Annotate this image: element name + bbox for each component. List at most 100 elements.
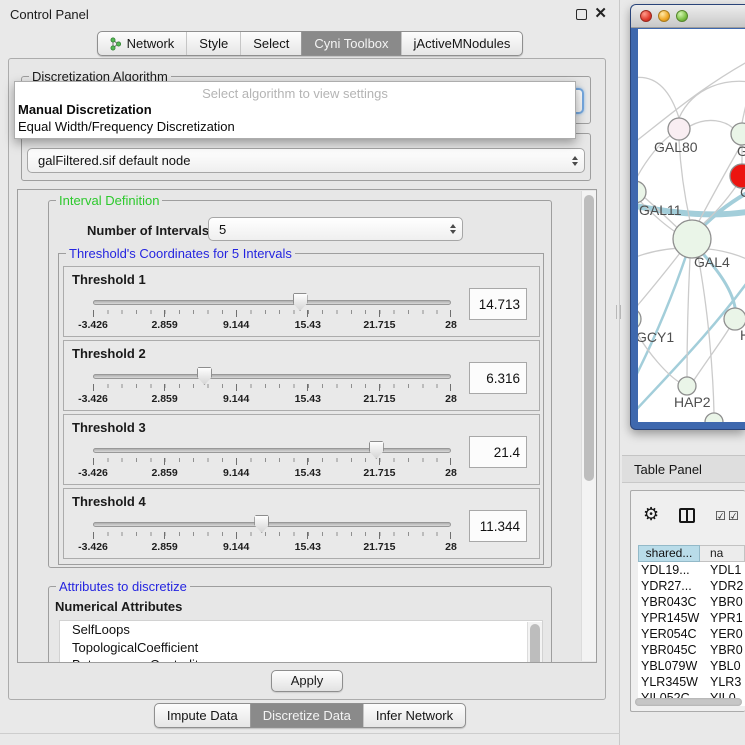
tab-label: Discretize Data	[263, 708, 351, 723]
panel-resize-handle[interactable]	[616, 305, 621, 319]
apply-button[interactable]: Apply	[271, 670, 343, 692]
split-columns-icon[interactable]	[679, 508, 695, 523]
slider-thumb[interactable]	[254, 515, 269, 533]
node-label-gal4: GAL4	[694, 254, 730, 270]
checkbox-icon[interactable]: ☑	[715, 509, 726, 523]
selected-value: galFiltered.sif default node	[38, 149, 190, 172]
number-of-intervals-select[interactable]: 5	[208, 217, 463, 241]
tab-impute-data[interactable]: Impute Data	[155, 704, 250, 727]
node-label-hap2: HAP2	[674, 394, 711, 410]
threshold-3-panel: Threshold 3 -3.426 2.859 9.144 15.43	[63, 414, 540, 485]
scrollbar-thumb[interactable]	[530, 624, 540, 663]
slider-track[interactable]	[93, 448, 451, 453]
tab-discretize-data[interactable]: Discretize Data	[250, 704, 363, 727]
tab-infer-network[interactable]: Infer Network	[363, 704, 465, 727]
table-panel: ⚙ ☑ ☑ shared... na YDL19...YDL1 YDR27...…	[630, 490, 745, 712]
table-row[interactable]: YBR045CYBR0	[638, 642, 745, 658]
thresholds-coordinates-group: Threshold's Coordinates for 5 Intervals …	[58, 253, 544, 565]
threshold-3-slider[interactable]: -3.426 2.859 9.144 15.43 21.715 28	[93, 441, 451, 483]
table-row[interactable]: YPR145WYPR1	[638, 610, 745, 626]
slider-tick-labels: -3.426 2.859 9.144 15.43 21.715 28	[93, 541, 451, 553]
tab-label: Infer Network	[376, 708, 453, 723]
table-row[interactable]: YDR27...YDR2	[638, 578, 745, 594]
column-header-shared-name[interactable]: shared...	[638, 545, 700, 562]
threshold-4-slider[interactable]: -3.426 2.859 9.144 15.43 21.715 28	[93, 515, 451, 557]
slider-major-ticks	[93, 458, 451, 465]
mac-zoom-icon[interactable]	[676, 10, 688, 22]
table-row[interactable]: YER054CYER0	[638, 626, 745, 642]
group-label: Threshold's Coordinates for 5 Intervals	[66, 246, 295, 261]
slider-major-ticks	[93, 384, 451, 391]
footer-divider	[0, 733, 620, 734]
table-row[interactable]: YLR345WYLR3	[638, 674, 745, 690]
threshold-label: Threshold 3	[72, 420, 146, 435]
threshold-label: Threshold 1	[72, 272, 146, 287]
node-attribute-table: shared... na YDL19...YDL1 YDR27...YDR2 Y…	[638, 545, 745, 706]
slider-thumb[interactable]	[197, 367, 212, 385]
tab-select[interactable]: Select	[240, 32, 301, 55]
tab-label: Cyni Toolbox	[314, 36, 388, 51]
mac-minimize-icon[interactable]	[658, 10, 670, 22]
tab-label: Impute Data	[167, 708, 238, 723]
network-view-window: GAL80 G C GAL11 GAL4 GCY1 H HAP2	[630, 4, 745, 430]
node-label-cut-h: H	[740, 327, 745, 343]
close-icon[interactable]: ✕	[594, 7, 607, 21]
network-icon	[110, 37, 122, 51]
table-header-row: shared... na	[638, 545, 745, 562]
tab-jactivemnodules[interactable]: jActiveMNodules	[401, 32, 523, 55]
dropdown-option-manual-discretization[interactable]: Manual Discretization	[15, 101, 575, 118]
mac-close-icon[interactable]	[640, 10, 652, 22]
slider-track[interactable]	[93, 374, 451, 379]
panel-title: Control Panel	[10, 7, 89, 22]
threshold-3-value-field[interactable]	[469, 436, 527, 468]
threshold-1-value-field[interactable]	[469, 288, 527, 320]
checkbox-icon[interactable]: ☑	[728, 509, 739, 523]
tab-cyni-toolbox[interactable]: Cyni Toolbox	[301, 32, 400, 55]
list-scrollbar[interactable]	[527, 622, 542, 663]
slider-tick-labels: -3.426 2.859 9.144 15.43 21.715 28	[93, 393, 451, 405]
cyni-toolbox-panel: Discretization Algorithm Select algorith…	[8, 58, 606, 700]
horizontal-scrollbar[interactable]	[635, 698, 742, 706]
threshold-4-panel: Threshold 4 -3.426 2.859 9.144 15.43	[63, 488, 540, 559]
slider-track[interactable]	[93, 300, 451, 305]
slider-major-ticks	[93, 310, 451, 317]
algorithm-dropdown-popup: Select algorithm to view settings Manual…	[14, 81, 576, 139]
list-item[interactable]: TopologicalCoefficient	[60, 639, 542, 657]
scrollbar-thumb[interactable]	[584, 195, 594, 481]
threshold-4-value-field[interactable]	[469, 510, 527, 542]
slider-thumb[interactable]	[293, 293, 308, 311]
column-header-name[interactable]: na	[700, 545, 745, 562]
numerical-attributes-list: SelfLoops TopologicalCoefficient Between…	[59, 620, 543, 663]
number-of-intervals-label: Number of Intervals	[87, 223, 209, 238]
network-window-titlebar	[631, 5, 745, 28]
pane-scrollbar[interactable]	[581, 191, 596, 661]
table-row[interactable]: YDL19...YDL1	[638, 562, 745, 578]
list-item[interactable]: BetweennessCentrality	[60, 656, 542, 663]
slider-tick-labels: -3.426 2.859 9.144 15.43 21.715 28	[93, 467, 451, 479]
gear-icon[interactable]: ⚙	[643, 505, 659, 523]
control-panel: Control Panel ✕ Network Style Select Cyn…	[0, 0, 620, 745]
dropdown-placeholder-item: Select algorithm to view settings	[15, 82, 575, 101]
group-label: Interval Definition	[56, 193, 162, 208]
table-row[interactable]: YBR043CYBR0	[638, 594, 745, 610]
tab-label: jActiveMNodules	[414, 36, 511, 51]
control-panel-titlebar: Control Panel ✕	[0, 0, 619, 28]
node-label-gcy1: GCY1	[638, 329, 674, 345]
threshold-1-slider[interactable]: -3.426 2.859 9.144 15.43 21.715 28	[93, 293, 451, 335]
node-label-cut-g: G	[737, 143, 745, 159]
settings-scroll-pane: Interval Definition Number of Intervals …	[17, 189, 597, 663]
slider-thumb[interactable]	[369, 441, 384, 459]
top-tab-bar: Network Style Select Cyni Toolbox jActiv…	[0, 31, 620, 56]
float-window-icon[interactable]	[576, 9, 587, 20]
list-item[interactable]: SelfLoops	[60, 621, 542, 639]
table-data-select[interactable]: galFiltered.sif default node	[27, 148, 585, 173]
dropdown-option-equal-width-frequency[interactable]: Equal Width/Frequency Discretization	[15, 118, 575, 135]
tab-style[interactable]: Style	[186, 32, 240, 55]
tab-network[interactable]: Network	[98, 32, 187, 55]
table-row[interactable]: YBL079WYBL0	[638, 658, 745, 674]
slider-track[interactable]	[93, 522, 451, 527]
threshold-2-value-field[interactable]	[469, 362, 527, 394]
threshold-2-slider[interactable]: -3.426 2.859 9.144 15.43 21.715 28	[93, 367, 451, 409]
network-canvas[interactable]: GAL80 G C GAL11 GAL4 GCY1 H HAP2	[638, 29, 745, 422]
threshold-2-panel: Threshold 2 -3.426 2.859 9.144 15.43	[63, 340, 540, 411]
